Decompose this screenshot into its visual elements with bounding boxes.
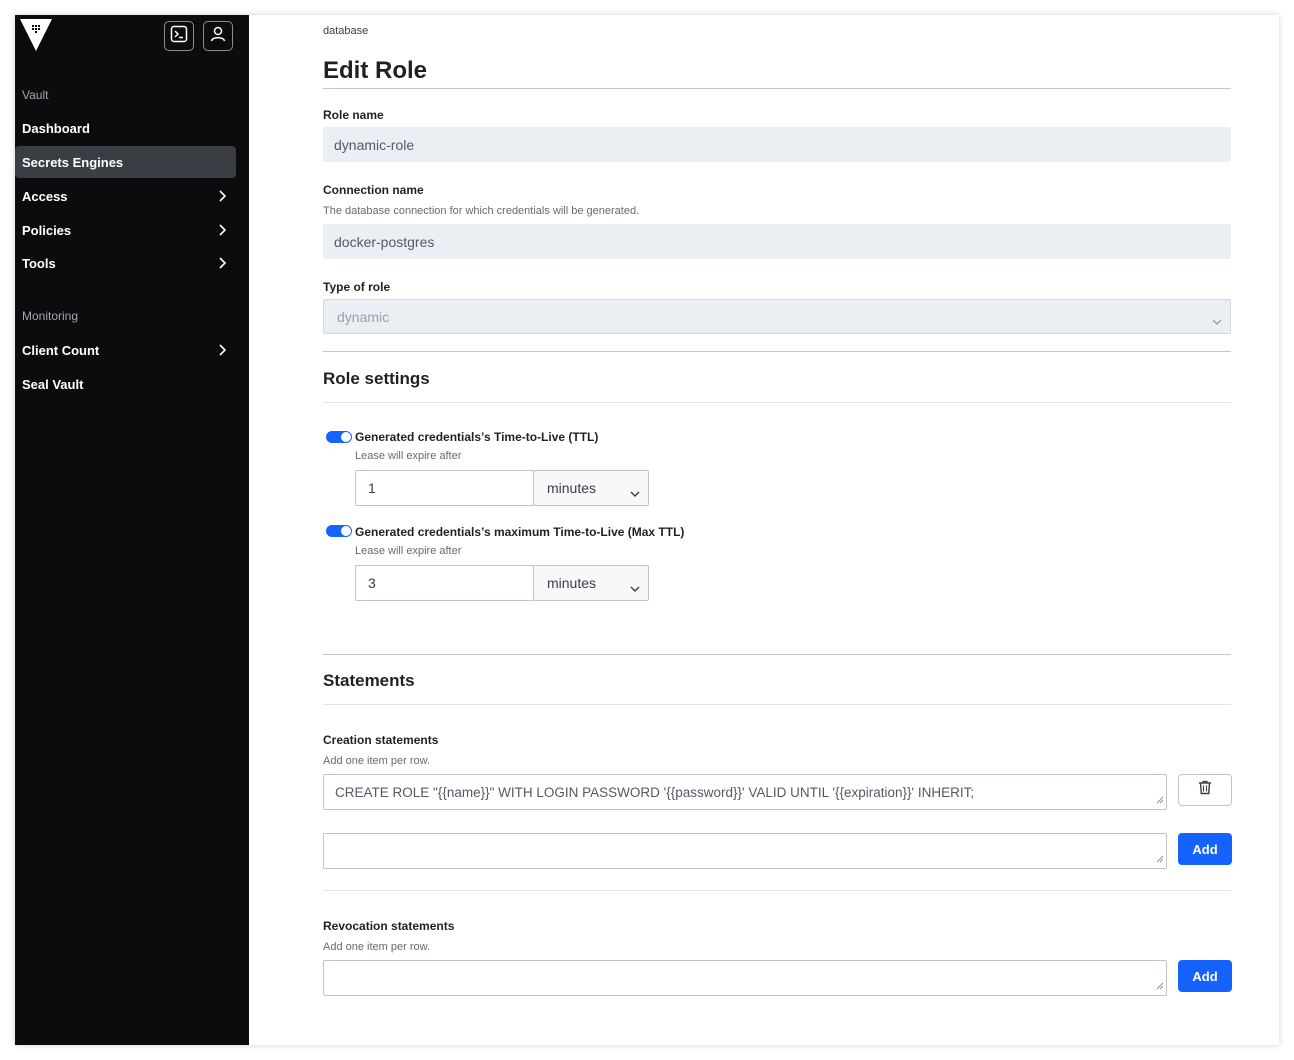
max-ttl-toggle[interactable] [326, 525, 352, 537]
resize-handle-icon[interactable] [1156, 851, 1164, 866]
terminal-button[interactable] [164, 21, 194, 51]
section-divider [323, 654, 1231, 655]
sidebar-item-label: Dashboard [22, 120, 90, 136]
sidebar-item-dashboard[interactable]: Dashboard [15, 112, 236, 144]
sidebar-item-label: Seal Vault [22, 376, 84, 392]
creation-statements-help: Add one item per row. [323, 755, 431, 767]
sidebar-item-policies[interactable]: Policies [15, 214, 236, 246]
page-title: Edit Role [323, 57, 428, 84]
role-type-value: dynamic [337, 308, 390, 325]
nav-section-vault: Vault [22, 88, 49, 102]
chevron-right-icon [218, 344, 227, 359]
chevron-down-icon [1212, 313, 1222, 329]
sidebar-item-tools[interactable]: Tools [15, 247, 236, 279]
ttl-help: Lease will expire after [355, 450, 462, 462]
creation-statements-label: Creation statements [323, 733, 439, 747]
statements-divider [323, 704, 1231, 705]
ttl-value-input[interactable]: 1 [355, 470, 534, 506]
revocation-statements-label: Revocation statements [323, 919, 455, 933]
role-settings-divider [323, 402, 1231, 403]
creation-statement-textarea[interactable]: CREATE ROLE "{{name}}" WITH LOGIN PASSWO… [323, 774, 1167, 810]
sidebar-item-secrets-engines[interactable]: Secrets Engines [15, 146, 236, 178]
user-menu-button[interactable] [203, 21, 233, 51]
ttl-toggle[interactable] [326, 431, 352, 443]
role-settings-title: Role settings [323, 369, 430, 388]
ttl-unit-select[interactable]: minutes [533, 470, 649, 506]
role-type-label: Type of role [323, 280, 391, 294]
user-icon [209, 25, 227, 48]
max-ttl-unit-select[interactable]: minutes [533, 565, 649, 601]
new-revocation-statement-textarea[interactable] [323, 960, 1167, 996]
role-name-field: dynamic-role [323, 127, 1231, 162]
add-creation-statement-button[interactable]: Add [1178, 833, 1232, 865]
role-name-label: Role name [323, 108, 384, 122]
resize-handle-icon[interactable] [1156, 978, 1164, 993]
connection-name-field: docker-postgres [323, 224, 1231, 259]
role-type-select: dynamic [323, 299, 1231, 334]
sidebar-item-label: Client Count [22, 342, 100, 358]
sidebar-item-label: Access [22, 188, 68, 204]
new-creation-statement-textarea[interactable] [323, 833, 1167, 869]
max-ttl-value-input[interactable]: 3 [355, 565, 534, 601]
sidebar-item-label: Policies [22, 222, 72, 238]
sidebar: Vault Dashboard Secrets Engines Access P… [15, 15, 249, 1045]
statements-group-divider [323, 890, 1231, 891]
sidebar-item-client-count[interactable]: Client Count [15, 334, 236, 366]
section-divider [323, 351, 1231, 352]
chevron-down-icon [630, 580, 640, 596]
max-ttl-help: Lease will expire after [355, 545, 462, 557]
creation-statement-text: CREATE ROLE "{{name}}" WITH LOGIN PASSWO… [335, 784, 975, 800]
resize-handle-icon[interactable] [1156, 792, 1164, 807]
sidebar-item-access[interactable]: Access [15, 180, 236, 212]
sidebar-item-label: Secrets Engines [22, 154, 124, 170]
connection-name-label: Connection name [323, 183, 424, 197]
sidebar-item-seal-vault[interactable]: Seal Vault [15, 368, 236, 400]
statements-title: Statements [323, 671, 415, 690]
chevron-right-icon [218, 224, 227, 239]
ttl-unit-value: minutes [547, 480, 597, 496]
ttl-label[interactable]: Generated credentials’s Time-to-Live (TT… [355, 430, 598, 444]
delete-statement-button[interactable] [1178, 774, 1232, 806]
chevron-right-icon [218, 190, 227, 205]
vault-logo[interactable] [19, 17, 53, 53]
connection-name-help: The database connection for which creden… [323, 205, 640, 217]
sidebar-item-label: Tools [22, 255, 56, 271]
nav-section-monitoring: Monitoring [22, 309, 79, 323]
add-revocation-statement-button[interactable]: Add [1178, 960, 1232, 992]
title-divider [323, 88, 1231, 89]
trash-icon [1198, 780, 1212, 800]
max-ttl-unit-value: minutes [547, 575, 597, 591]
revocation-statements-help: Add one item per row. [323, 941, 431, 953]
app-window: Vault Dashboard Secrets Engines Access P… [15, 15, 1279, 1045]
chevron-right-icon [218, 257, 227, 272]
chevron-down-icon [630, 485, 640, 501]
terminal-icon [170, 25, 188, 48]
breadcrumb[interactable]: database [323, 25, 368, 37]
max-ttl-label[interactable]: Generated credentials’s maximum Time-to-… [355, 525, 684, 539]
